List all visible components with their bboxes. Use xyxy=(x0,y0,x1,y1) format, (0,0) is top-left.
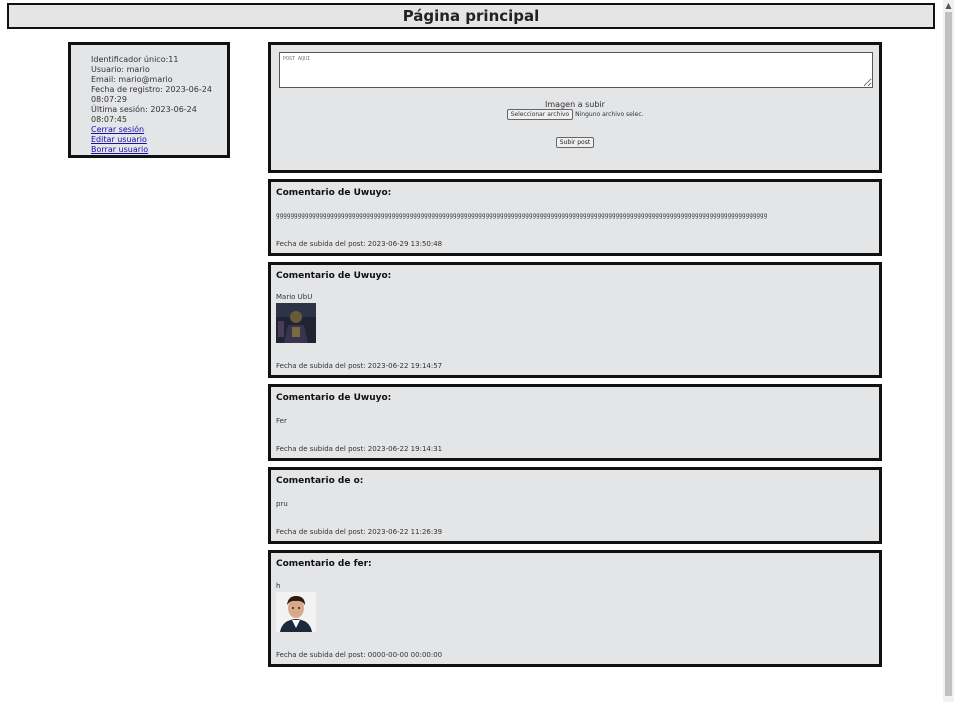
user-id: Identificador único:11 xyxy=(91,55,179,64)
delete-user-link[interactable]: Borrar usuario xyxy=(91,145,219,155)
file-status-text: Ninguno archivo selec. xyxy=(575,111,644,118)
post-card: Comentario de fer: h Fecha de subida del… xyxy=(268,550,882,667)
post-date: Fecha de subida del post: 2023-06-29 13:… xyxy=(276,240,443,248)
user-username: Usuario: mario xyxy=(91,65,150,74)
post-author-title: Comentario de Uwuyo: xyxy=(276,271,392,281)
submit-row: Subir post xyxy=(271,129,879,148)
user-last-session: Última sesión: 2023-06-24 08:07:45 xyxy=(91,105,197,124)
post-image xyxy=(276,303,316,343)
post-card: Comentario de o: pru Fecha de subida del… xyxy=(268,467,882,544)
vertical-scrollbar[interactable]: ▲ xyxy=(943,0,954,702)
post-content: pru xyxy=(276,500,288,508)
scroll-up-arrow-icon[interactable]: ▲ xyxy=(943,0,954,11)
post-author-title: Comentario de fer: xyxy=(276,559,372,569)
user-registration-date: Fecha de registro: 2023-06-24 08:07:29 xyxy=(91,85,212,104)
post-content: h xyxy=(276,582,281,590)
post-date: Fecha de subida del post: 0000-00-00 00:… xyxy=(276,651,443,659)
page-title: Página principal xyxy=(402,7,540,25)
page-title-bar: Página principal xyxy=(7,3,935,29)
submit-post-button[interactable]: Subir post xyxy=(555,137,595,148)
post-card: Comentario de Uwuyo: Mario UbU Fecha de … xyxy=(268,262,882,378)
post-textarea[interactable] xyxy=(279,52,873,88)
scrollbar-thumb[interactable] xyxy=(945,12,952,696)
file-input-row: Seleccionar archivo Ninguno archivo sele… xyxy=(271,109,879,120)
post-content: Fer xyxy=(276,417,287,425)
post-date: Fecha de subida del post: 2023-06-22 19:… xyxy=(276,445,443,453)
post-author-title: Comentario de o: xyxy=(276,476,364,486)
user-email: Email: mario@mario xyxy=(91,75,173,84)
post-author-title: Comentario de Uwuyo: xyxy=(276,188,392,198)
post-card: Comentario de Uwuyo: Fer Fecha de subida… xyxy=(268,384,882,461)
post-date: Fecha de subida del post: 2023-06-22 19:… xyxy=(276,362,443,370)
edit-user-link[interactable]: Editar usuario xyxy=(91,135,219,145)
post-content: gggggggggggggggggggggggggggggggggggggggg… xyxy=(276,212,768,219)
post-image xyxy=(276,592,316,632)
post-date: Fecha de subida del post: 2023-06-22 11:… xyxy=(276,528,443,536)
choose-file-button[interactable]: Seleccionar archivo xyxy=(506,109,574,120)
new-post-form: Imagen a subir Seleccionar archivo Ningu… xyxy=(268,42,882,173)
user-info-panel: Identificador único:11 Usuario: mario Em… xyxy=(68,42,230,158)
logout-link[interactable]: Cerrar sesión xyxy=(91,125,219,135)
post-card: Comentario de Uwuyo: ggggggggggggggggggg… xyxy=(268,179,882,256)
post-content: Mario UbU xyxy=(276,293,313,301)
image-upload-label: Imagen a subir xyxy=(545,100,605,109)
post-author-title: Comentario de Uwuyo: xyxy=(276,393,392,403)
